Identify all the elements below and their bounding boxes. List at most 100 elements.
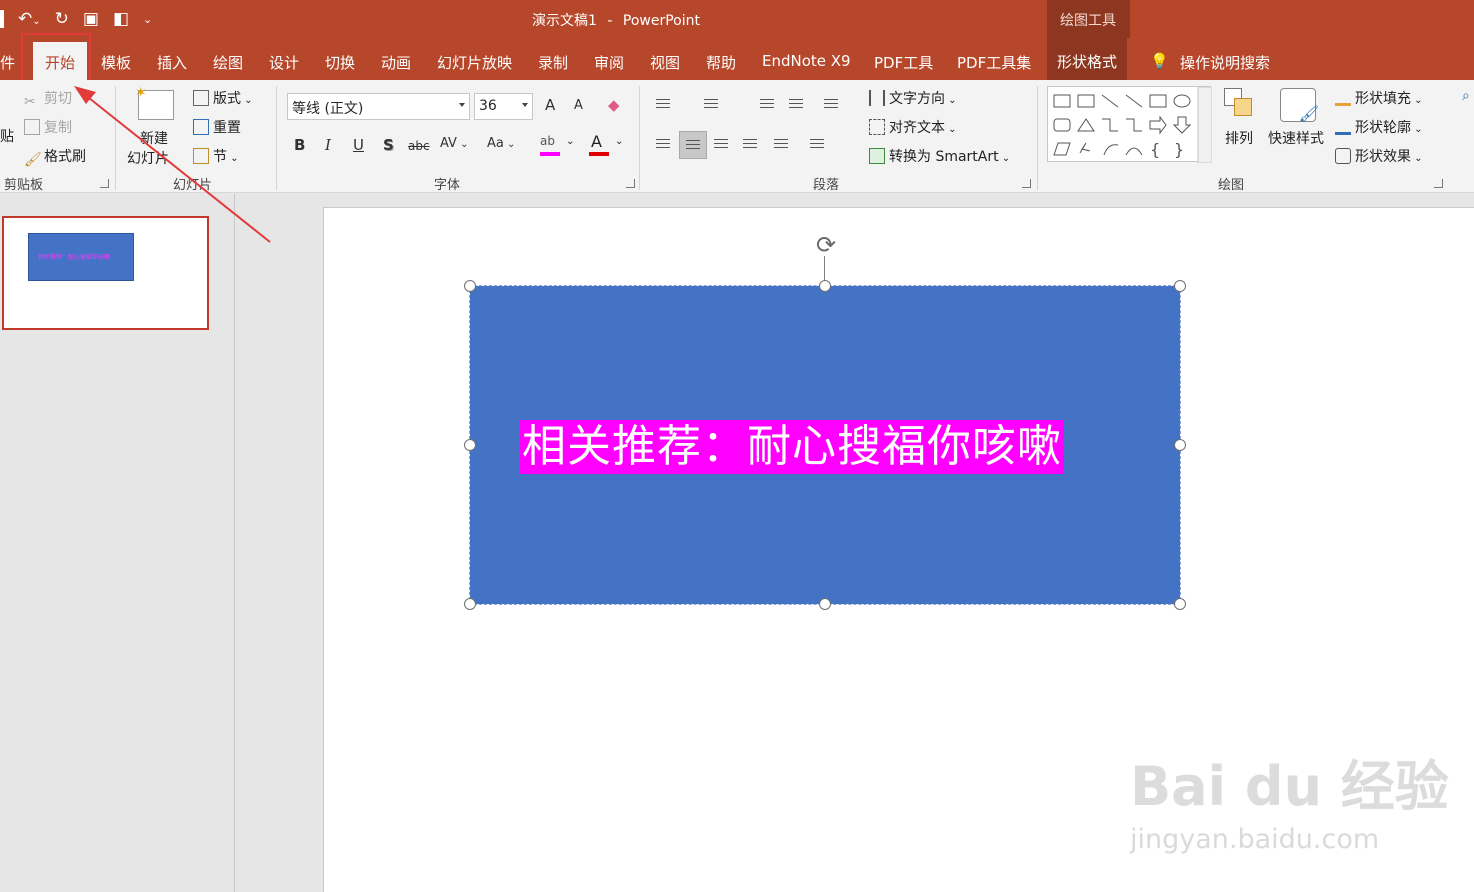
font-name-dropdown[interactable]: 等线 (正文) [287,93,470,120]
bullets-icon[interactable] [650,91,678,119]
chevron-down-icon: ⌄ [615,136,624,147]
reset-button[interactable]: 重置 [193,117,241,137]
convert-smartart-button[interactable]: 转换为 SmartArt ⌄ [869,146,1010,166]
new-slide-icon[interactable]: ✶ [135,85,174,120]
layout-button[interactable]: 版式 ⌄ [193,88,253,108]
annotation-highlight-box [21,33,91,82]
resize-handle-top-right[interactable] [1174,280,1186,292]
copy-button[interactable]: 复制 [24,117,72,137]
decrease-indent-icon[interactable] [754,91,782,119]
resize-handle-top[interactable] [819,280,831,292]
tab-transitions[interactable]: 切换 [325,52,355,73]
tab-draw[interactable]: 绘图 [213,52,243,73]
save-icon[interactable] [0,10,4,28]
shape-effects-button[interactable]: 形状效果 ⌄ [1335,146,1423,166]
shape-outline-button[interactable]: 形状轮廓 ⌄ [1335,117,1423,137]
font-size-dropdown[interactable]: 36 [474,93,533,120]
section-icon [193,148,209,164]
layout-label: 版式 [213,91,241,107]
justify-icon[interactable] [737,131,765,159]
tab-templates[interactable]: 模板 [101,52,131,73]
tab-pdf-toolset[interactable]: PDF工具集 [957,52,1031,73]
tab-endnote[interactable]: EndNote X9 [762,52,851,70]
font-size-value: 36 [479,98,497,114]
quick-styles-button[interactable]: 快速样式 [1268,128,1324,148]
underline-button[interactable]: U [353,136,364,154]
resize-handle-bottom[interactable] [819,598,831,610]
slide-thumbnail-1[interactable]: 相关推荐：耐心搜福你咳嗽 [2,216,209,330]
present-icon[interactable]: ▣ [83,9,99,29]
tab-help[interactable]: 帮助 [706,52,736,73]
section-button[interactable]: 节 ⌄ [193,146,239,166]
tab-pdf-tools[interactable]: PDF工具 [874,52,933,73]
redo-icon[interactable]: ↻ [55,9,69,29]
align-center-icon[interactable] [679,131,707,159]
distributed-icon[interactable] [768,131,796,159]
shape-text[interactable]: 相关推荐：耐心搜福你咳嗽 [520,420,1064,474]
chevron-down-icon: ⌄ [227,153,239,164]
resize-handle-left[interactable] [464,439,476,451]
grow-font-button[interactable]: A [545,96,555,114]
tab-insert[interactable]: 插入 [157,52,187,73]
font-group-label: 字体 [434,178,461,193]
shrink-font-button[interactable]: A [574,98,583,113]
italic-button[interactable]: I [325,136,331,154]
chevron-down-icon: ⌄ [241,95,253,106]
line-spacing-icon[interactable] [818,91,846,119]
find-icon[interactable]: ⌕ [1462,88,1470,104]
strikethrough-button[interactable]: abc [408,139,430,153]
shapes-gallery[interactable]: { } [1047,86,1213,164]
quick-styles-icon[interactable]: 🖌 [1280,88,1319,123]
increase-indent-icon[interactable] [783,91,811,119]
undo-icon[interactable]: ↶⌄ [18,9,41,29]
tab-slideshow[interactable]: 幻灯片放映 [437,52,512,73]
customize-icon[interactable]: ⌄ [143,13,152,26]
resize-handle-top-left[interactable] [464,280,476,292]
new-slide-label-1[interactable]: 新建 [140,128,168,148]
align-text-button[interactable]: 对齐文本 ⌄ [869,117,957,137]
rotate-handle-icon[interactable]: ⟳ [812,231,840,259]
tab-shape-format[interactable]: 形状格式 [1047,38,1128,80]
tab-animations[interactable]: 动画 [381,52,411,73]
arrange-icon[interactable] [1224,88,1256,120]
tab-review[interactable]: 审阅 [594,52,624,73]
font-color-button[interactable]: A ⌄ [589,132,624,158]
tell-me-search[interactable]: 操作说明搜索 [1180,52,1270,73]
shape-fill-button[interactable]: 形状填充 ⌄ [1335,88,1423,108]
arrange-button[interactable]: 排列 [1225,128,1253,148]
shadow-button[interactable]: S [383,136,394,154]
tab-view[interactable]: 视图 [650,52,680,73]
paragraph-launcher-icon[interactable] [1022,179,1031,188]
tab-design[interactable]: 设计 [269,52,299,73]
text-direction-button[interactable]: 文字方向 ⌄ [869,88,957,108]
resize-handle-bottom-left[interactable] [464,598,476,610]
char-spacing-label: AV [440,136,457,151]
baidu-watermark-url: jingyan.baidu.com [1130,824,1380,855]
bold-button[interactable]: B [294,136,305,154]
numbering-icon[interactable] [698,91,726,119]
align-left-icon[interactable] [650,131,678,159]
resize-handle-right[interactable] [1174,439,1186,451]
svg-text:{: { [1150,140,1160,159]
paste-button[interactable]: 贴 [0,126,14,146]
font-launcher-icon[interactable] [626,179,635,188]
new-slide-label-2[interactable]: 幻灯片 [127,148,169,168]
highlight-color-button[interactable]: ab ⌄ [540,134,574,158]
clipboard-group-label: 剪贴板 [4,178,44,193]
char-spacing-button[interactable]: AV ⌄ [440,136,469,151]
resize-handle-bottom-right[interactable] [1174,598,1186,610]
tab-record[interactable]: 录制 [538,52,568,73]
drawing-launcher-icon[interactable] [1434,179,1443,188]
cut-button[interactable]: ✂ 剪切 [24,88,72,110]
tab-file[interactable]: 件 [0,52,15,73]
align-right-icon[interactable] [708,131,736,159]
title-separator: - [607,13,613,29]
font-color-icon: A [591,132,602,151]
clipboard-launcher-icon[interactable] [100,179,109,188]
change-case-button[interactable]: Aa ⌄ [487,136,515,151]
layout-icon[interactable]: ◧ [113,9,129,29]
separator [639,86,640,190]
clear-format-icon[interactable]: ◆ [608,96,620,114]
columns-icon[interactable] [804,131,832,159]
format-painter-button[interactable]: 🖌 格式刷 [24,146,86,168]
